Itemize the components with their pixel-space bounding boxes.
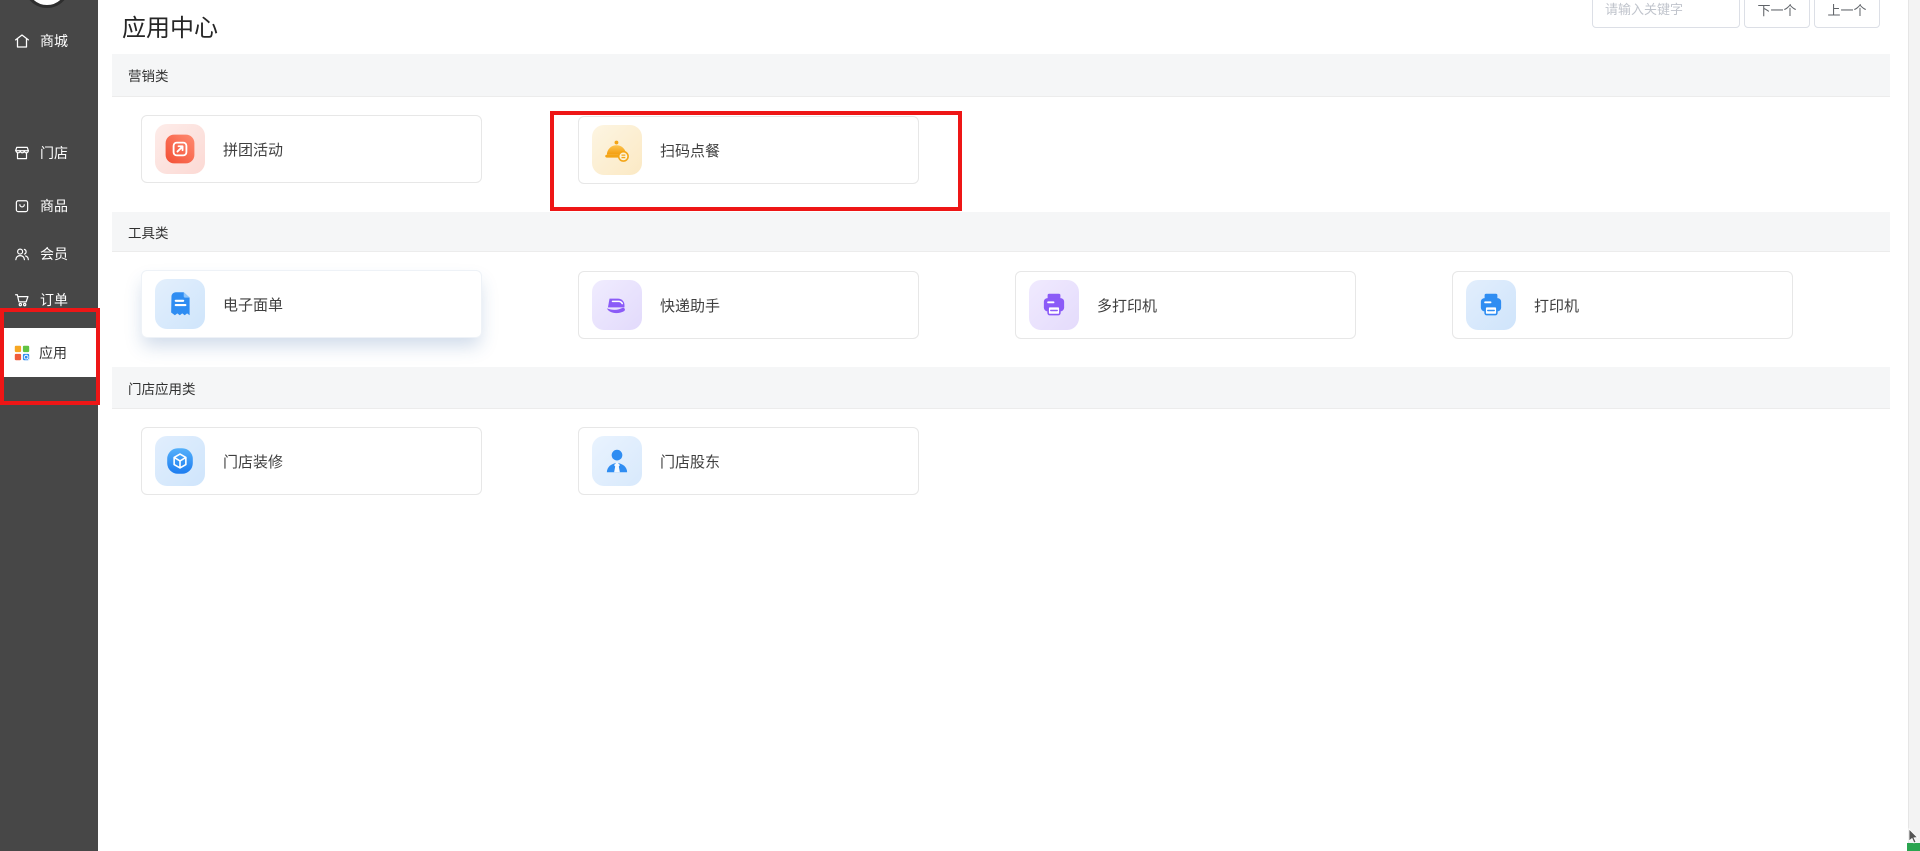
app-card-groupbuy[interactable]: 拼团活动	[141, 115, 482, 183]
sidebar-item-orders[interactable]: 订单	[13, 288, 68, 312]
app-card-express-helper[interactable]: 快递助手	[578, 271, 919, 339]
app-card-printer[interactable]: 打印机	[1452, 271, 1793, 339]
sidebar: 商城 门店 商品 会员 订单 应用	[0, 0, 98, 851]
express-helper-icon	[592, 280, 642, 330]
app-card-scan-order[interactable]: 扫码点餐	[578, 116, 919, 184]
mouse-cursor	[1908, 828, 1919, 844]
app-card-multi-printer[interactable]: 多打印机	[1015, 271, 1356, 339]
sidebar-item-mall[interactable]: 商城	[13, 29, 68, 53]
app-card-store-shareholder[interactable]: 门店股东	[578, 427, 919, 495]
sidebar-item-store[interactable]: 门店	[13, 141, 68, 165]
app-card-label: 多打印机	[1097, 297, 1158, 315]
app-card-label: 打印机	[1534, 297, 1580, 315]
app-card-store-decoration[interactable]: 门店装修	[141, 427, 482, 495]
section-header-tools: 工具类	[112, 212, 1890, 252]
sidebar-item-label: 门店	[40, 145, 68, 161]
next-button[interactable]: 下一个	[1744, 0, 1810, 28]
scan-order-icon	[592, 125, 642, 175]
prev-button[interactable]: 上一个	[1814, 0, 1880, 28]
sidebar-item-apps[interactable]: 应用	[0, 328, 98, 377]
sidebar-item-label: 商品	[40, 198, 68, 214]
app-card-ewaybill[interactable]: 电子面单	[141, 270, 482, 338]
goods-icon	[13, 197, 31, 215]
page-title: 应用中心	[122, 15, 218, 42]
members-icon	[13, 245, 31, 263]
section-title: 门店应用类	[128, 381, 196, 397]
avatar[interactable]	[24, 0, 70, 8]
cart-icon	[13, 291, 31, 309]
app-center-page: 商城 门店 商品 会员 订单 应用 应用中心 请输入关键字 下一个 上一个 营销…	[0, 0, 1920, 851]
ewaybill-icon	[155, 279, 205, 329]
groupbuy-icon	[155, 124, 205, 174]
section-header-marketing: 营销类	[112, 54, 1890, 97]
vertical-scrollbar[interactable]	[1908, 0, 1920, 851]
sidebar-item-goods[interactable]: 商品	[13, 194, 68, 218]
search-input[interactable]	[1592, 0, 1740, 28]
printer-icon	[1466, 280, 1516, 330]
app-card-label: 快递助手	[660, 297, 721, 315]
app-card-label: 扫码点餐	[660, 142, 721, 160]
sidebar-item-members[interactable]: 会员	[13, 242, 68, 266]
app-card-label: 门店装修	[223, 453, 284, 471]
store-decoration-icon	[155, 436, 205, 486]
sidebar-item-label: 会员	[40, 246, 68, 262]
store-icon	[13, 144, 31, 162]
sidebar-item-label: 应用	[39, 344, 67, 361]
home-icon	[13, 32, 31, 50]
app-card-label: 拼团活动	[223, 141, 284, 159]
multi-printer-icon	[1029, 280, 1079, 330]
app-card-label: 门店股东	[660, 453, 721, 471]
sidebar-item-label: 订单	[40, 292, 68, 308]
apps-grid-icon	[13, 344, 31, 362]
section-title: 工具类	[128, 225, 169, 241]
section-header-store-apps: 门店应用类	[112, 367, 1890, 409]
section-title: 营销类	[128, 69, 169, 84]
store-shareholder-icon	[592, 436, 642, 486]
sidebar-item-label: 商城	[40, 33, 68, 49]
app-card-label: 电子面单	[223, 296, 284, 314]
